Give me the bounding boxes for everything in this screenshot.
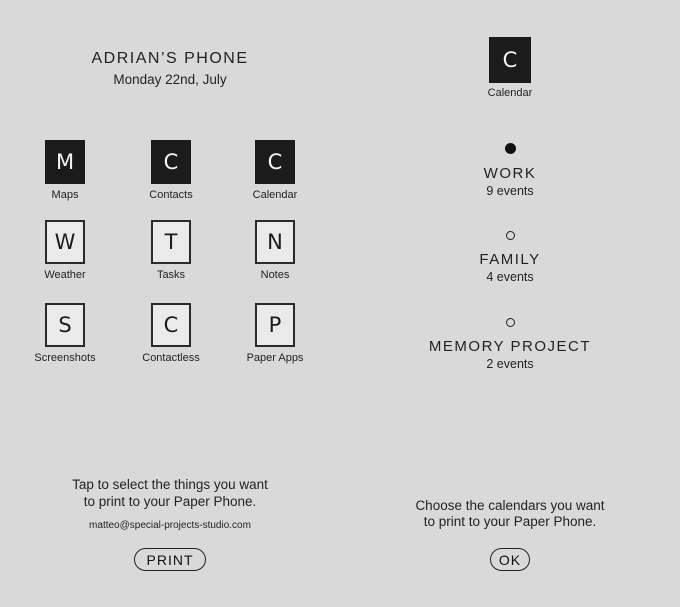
calendar-family-name: FAMILY (479, 251, 541, 268)
app-screenshots-tile[interactable]: S (45, 303, 85, 347)
calendar-memory-project-name: MEMORY PROJECT (428, 338, 592, 355)
app-maps-label: Maps (51, 189, 79, 201)
app-contactless-tile[interactable]: C (151, 303, 191, 347)
calendar-work-radio[interactable] (504, 143, 516, 154)
app-calendar-label: Calendar (252, 189, 298, 201)
calendar-instruction-line1: Choose the calendars you want (415, 498, 605, 513)
calendar-header-app: C Calendar (475, 37, 545, 99)
app-contacts[interactable]: C Contacts (136, 140, 206, 201)
app-contacts-tile[interactable]: C (151, 140, 191, 184)
app-calendar-tile[interactable]: C (255, 140, 295, 184)
app-paper-apps-label: Paper Apps (246, 352, 304, 364)
app-screenshots[interactable]: S Screenshots (30, 303, 100, 364)
ok-button[interactable]: OK (490, 548, 530, 571)
app-maps-tile[interactable]: M (45, 140, 85, 184)
calendar-instruction-line2: to print to your Paper Phone. (423, 514, 597, 529)
app-tasks-label: Tasks (156, 269, 186, 281)
calendar-option-work[interactable]: WORK 9 events (340, 143, 680, 198)
app-weather-tile[interactable]: W (45, 220, 85, 264)
app-contactless[interactable]: C Contactless (136, 303, 206, 364)
app-paper-apps-tile[interactable]: P (255, 303, 295, 347)
calendar-option-memory-project[interactable]: MEMORY PROJECT 2 events (340, 318, 680, 371)
calendar-option-family[interactable]: FAMILY 4 events (340, 231, 680, 284)
calendar-selection-panel: C Calendar WORK 9 events FAMILY 4 events… (340, 0, 680, 607)
select-instruction-line1: Tap to select the things you want (72, 477, 268, 492)
app-tasks[interactable]: T Tasks (136, 220, 206, 281)
select-instruction-line2: to print to your Paper Phone. (83, 494, 257, 509)
app-weather-label: Weather (44, 269, 86, 281)
app-notes[interactable]: N Notes (240, 220, 310, 281)
phone-name: ADRIAN’S PHONE (91, 50, 249, 67)
calendar-header-tile: C (489, 37, 531, 83)
app-screenshots-label: Screenshots (34, 352, 96, 364)
calendar-work-count: 9 events (486, 184, 534, 198)
print-button[interactable]: PRINT (134, 548, 206, 571)
app-paper-apps[interactable]: P Paper Apps (240, 303, 310, 364)
calendar-header-label: Calendar (487, 87, 533, 99)
app-contactless-label: Contactless (142, 352, 200, 364)
calendar-family-count: 4 events (486, 270, 534, 284)
calendar-work-name: WORK (483, 165, 537, 182)
app-calendar[interactable]: C Calendar (240, 140, 310, 201)
account-email: matteo@special-projects-studio.com (89, 520, 251, 531)
calendar-memory-project-radio[interactable] (505, 318, 515, 327)
phone-date: Monday 22nd, July (113, 72, 227, 87)
calendar-family-radio[interactable] (505, 231, 515, 240)
app-maps[interactable]: M Maps (30, 140, 100, 201)
calendar-memory-project-count: 2 events (486, 357, 534, 371)
app-notes-label: Notes (260, 269, 290, 281)
app-weather[interactable]: W Weather (30, 220, 100, 281)
app-contacts-label: Contacts (149, 189, 193, 201)
app-selection-panel: ADRIAN’S PHONE Monday 22nd, July M Maps … (0, 0, 340, 607)
app-notes-tile[interactable]: N (255, 220, 295, 264)
app-tasks-tile[interactable]: T (151, 220, 191, 264)
